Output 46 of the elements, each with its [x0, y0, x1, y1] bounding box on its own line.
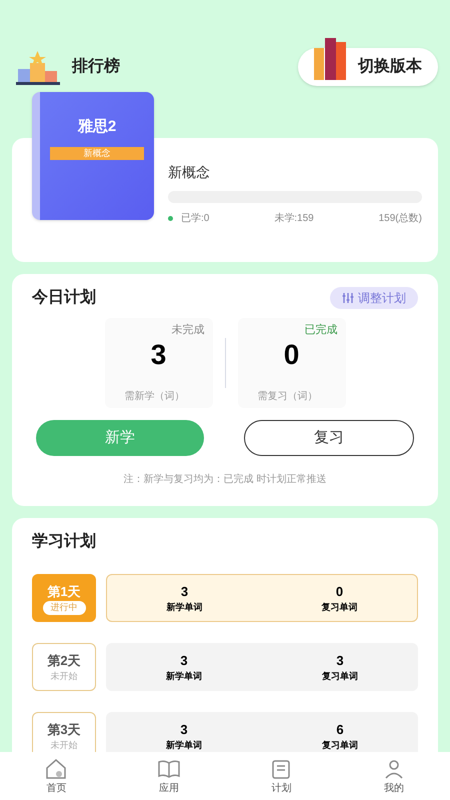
plan-note: 注：新学与复习均为：已完成 时计划正常推送 [122, 472, 328, 487]
book-cover[interactable]: 雅思2 新概念 [32, 92, 154, 220]
stat-value: 3 [150, 338, 166, 370]
review-word-label: 复习单词 [322, 739, 358, 752]
learned-count: 已学:0 [181, 212, 210, 226]
day-label: 第1天 [47, 582, 81, 600]
unlearned-count: 未学:159 [274, 212, 314, 226]
podium-icon [16, 49, 60, 85]
nav-tab[interactable]: 应用 [112, 752, 225, 800]
day-badge[interactable]: 第3天 未开始 [32, 712, 96, 752]
review-button[interactable]: 复习 [244, 420, 414, 456]
book-name: 新概念 [168, 163, 211, 182]
cover-tag: 新概念 [50, 146, 144, 160]
stat-value: 0 [284, 338, 300, 370]
review-word-count: 0 [336, 582, 344, 600]
new-word-label: 新学单词 [166, 601, 202, 614]
review-word-count: 3 [336, 652, 344, 670]
review-word-label: 复习单词 [322, 670, 358, 683]
new-word-count: 3 [180, 582, 188, 600]
day-status: 未开始 [50, 739, 78, 752]
day-status: 未开始 [50, 670, 78, 683]
cover-title: 雅思2 [78, 117, 116, 137]
review-word-count: 6 [336, 720, 344, 738]
day-label: 第2天 [47, 652, 81, 670]
new-word-label: 新学单词 [166, 670, 202, 683]
nav-tab[interactable]: 首页 [0, 752, 112, 800]
nav-tab[interactable]: 我的 [338, 752, 450, 800]
review-word-label: 复习单词 [322, 601, 358, 614]
stat-caption: 需新学（词） [124, 390, 186, 404]
nav-tab[interactable]: 计划 [225, 752, 338, 800]
day-badge[interactable]: 第2天 未开始 [32, 643, 96, 691]
ranking-label[interactable]: 排行榜 [72, 55, 120, 79]
new-word-count: 3 [180, 652, 188, 670]
day-status: 进行中 [42, 601, 86, 614]
section-title: 今日计划 [32, 288, 96, 308]
home-icon [44, 756, 68, 780]
stat-status: 已完成 [304, 322, 338, 338]
books-icon [314, 38, 348, 80]
new-word-label: 新学单词 [166, 739, 202, 752]
total-count: 159(总数) [378, 212, 422, 226]
stat-status: 未完成 [172, 322, 204, 338]
day-label: 第3天 [47, 720, 81, 738]
stat-caption: 需复习（词） [256, 390, 318, 404]
new-word-count: 3 [180, 720, 188, 738]
section-title: 学习计划 [32, 532, 97, 552]
sliders-icon [342, 292, 354, 304]
